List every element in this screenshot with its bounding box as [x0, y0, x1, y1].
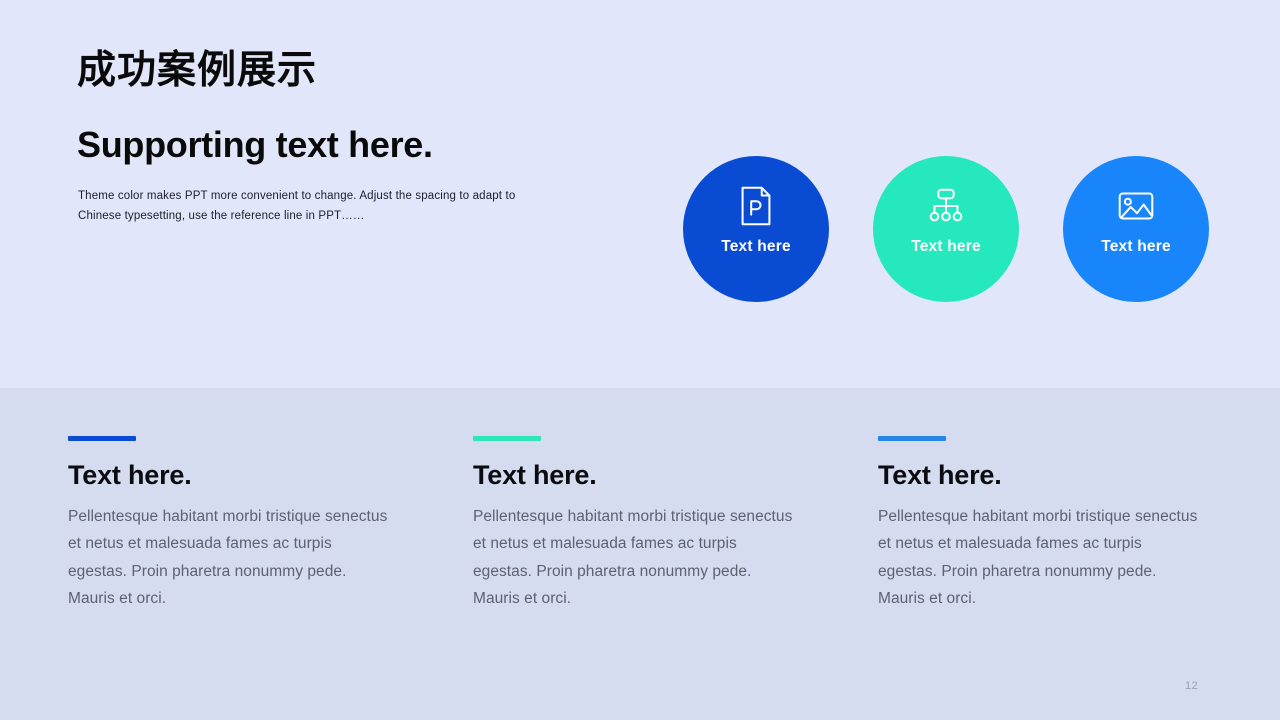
- accent-rule: [68, 436, 136, 441]
- circle-item-2[interactable]: Text here: [873, 156, 1019, 302]
- feature-column-2: Text here. Pellentesque habitant morbi t…: [473, 436, 803, 613]
- feature-column-1: Text here. Pellentesque habitant morbi t…: [68, 436, 398, 613]
- circle-item-3[interactable]: Text here: [1063, 156, 1209, 302]
- page-number: 12: [1185, 680, 1199, 692]
- circle-label: Text here: [911, 238, 981, 255]
- accent-rule: [878, 436, 946, 441]
- accent-rule: [473, 436, 541, 441]
- column-body: Pellentesque habitant morbi tristique se…: [68, 507, 388, 608]
- circle-item-1[interactable]: Text here: [683, 156, 829, 302]
- column-title: Text here.: [68, 460, 192, 490]
- slide: 成功案例展示 Supporting text here. Theme color…: [0, 0, 1280, 720]
- column-title: Text here.: [878, 460, 1002, 490]
- image-icon: [1113, 183, 1159, 229]
- feature-column-3: Text here. Pellentesque habitant morbi t…: [878, 436, 1208, 613]
- page-subtext: Theme color makes PPT more convenient to…: [78, 190, 516, 223]
- column-body: Pellentesque habitant morbi tristique se…: [473, 507, 793, 608]
- circle-group: Text here Text here Text here: [683, 156, 1209, 302]
- org-chart-icon: [923, 183, 969, 229]
- circle-label: Text here: [1101, 238, 1171, 255]
- file-p-icon: [733, 183, 779, 229]
- column-title: Text here.: [473, 460, 597, 490]
- circle-label: Text here: [721, 238, 791, 255]
- page-title-en: Supporting text here.: [77, 124, 433, 165]
- column-body: Pellentesque habitant morbi tristique se…: [878, 507, 1198, 608]
- page-title-cn: 成功案例展示: [77, 49, 318, 92]
